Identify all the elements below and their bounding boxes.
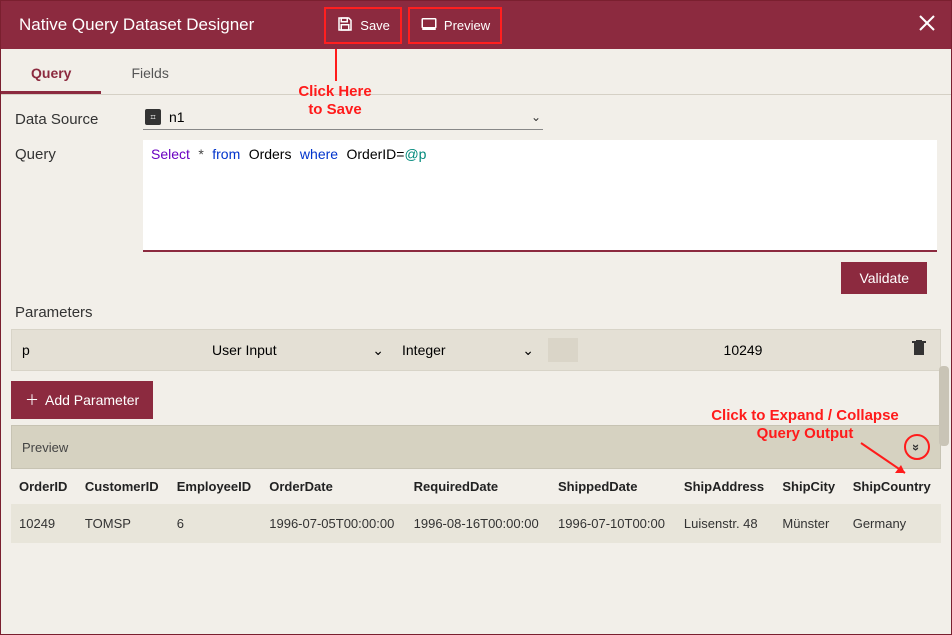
data-source-select[interactable]: ⌗ n1 ⌄: [143, 105, 543, 130]
preview-table: OrderID CustomerID EmployeeID OrderDate …: [11, 469, 941, 543]
plus-icon: ＋: [25, 390, 39, 410]
parameter-data-type-select[interactable]: Integer ⌄: [402, 342, 542, 359]
data-source-label: Data Source: [15, 105, 143, 128]
parameter-default-value[interactable]: 10249: [578, 342, 908, 358]
parameter-flag-toggle[interactable]: [548, 338, 578, 362]
column-header: CustomerID: [77, 469, 169, 504]
preview-button[interactable]: Preview: [408, 7, 502, 44]
column-header: RequiredDate: [406, 469, 550, 504]
preview-expand-toggle[interactable]: »: [904, 434, 930, 460]
parameter-delete-button[interactable]: [908, 336, 930, 365]
chevron-down-icon: ⌄: [531, 110, 541, 124]
query-editor[interactable]: Select * from Orders where OrderID=@p: [143, 140, 937, 252]
cell-shippeddate: 1996-07-10T00:00: [550, 504, 676, 543]
save-button[interactable]: Save: [324, 7, 402, 44]
cell-orderid: 10249: [11, 504, 77, 543]
add-parameter-button[interactable]: ＋ Add Parameter: [11, 381, 153, 419]
table-header-row: OrderID CustomerID EmployeeID OrderDate …: [11, 469, 941, 504]
preview-heading: Preview: [22, 440, 68, 455]
column-header: ShippedDate: [550, 469, 676, 504]
close-button[interactable]: [917, 13, 937, 38]
cell-shipcity: Münster: [774, 504, 844, 543]
data-source-value: n1: [169, 109, 531, 125]
cell-shipcountry: Germany: [845, 504, 941, 543]
query-label: Query: [15, 140, 143, 163]
column-header: OrderDate: [261, 469, 405, 504]
cell-orderdate: 1996-07-05T00:00:00: [261, 504, 405, 543]
parameter-name: p: [22, 342, 212, 358]
cell-employeeid: 6: [169, 504, 262, 543]
preview-icon: [420, 15, 438, 36]
tab-query[interactable]: Query: [1, 55, 101, 94]
cell-customerid: TOMSP: [77, 504, 169, 543]
column-header: ShipCity: [774, 469, 844, 504]
titlebar: Native Query Dataset Designer Save Previ…: [1, 1, 951, 49]
delete-icon: [912, 343, 926, 360]
column-header: OrderID: [11, 469, 77, 504]
parameters-heading: Parameters: [1, 300, 951, 329]
column-header: ShipCountry: [845, 469, 941, 504]
chevron-down-icon: ⌄: [372, 342, 384, 359]
database-icon: ⌗: [145, 109, 161, 125]
save-icon: [336, 15, 354, 36]
add-parameter-label: Add Parameter: [45, 392, 139, 408]
close-icon: [917, 20, 937, 37]
preview-button-label: Preview: [444, 18, 490, 33]
chevron-double-down-icon: »: [909, 443, 924, 450]
preview-header-bar: Preview »: [11, 425, 941, 469]
table-row: 10249 TOMSP 6 1996-07-05T00:00:00 1996-0…: [11, 504, 941, 543]
tabs: Query Fields: [1, 55, 951, 95]
scrollbar[interactable]: [939, 366, 949, 446]
validate-button[interactable]: Validate: [841, 262, 927, 294]
parameter-value-source-select[interactable]: User Input ⌄: [212, 342, 392, 359]
window-title: Native Query Dataset Designer: [19, 15, 254, 35]
tab-fields[interactable]: Fields: [101, 55, 198, 94]
save-button-label: Save: [360, 18, 390, 33]
chevron-down-icon: ⌄: [522, 342, 534, 359]
column-header: EmployeeID: [169, 469, 262, 504]
cell-shipaddress: Luisenstr. 48: [676, 504, 774, 543]
parameter-row: p User Input ⌄ Integer ⌄ 10249: [11, 329, 941, 371]
cell-requireddate: 1996-08-16T00:00:00: [406, 504, 550, 543]
column-header: ShipAddress: [676, 469, 774, 504]
